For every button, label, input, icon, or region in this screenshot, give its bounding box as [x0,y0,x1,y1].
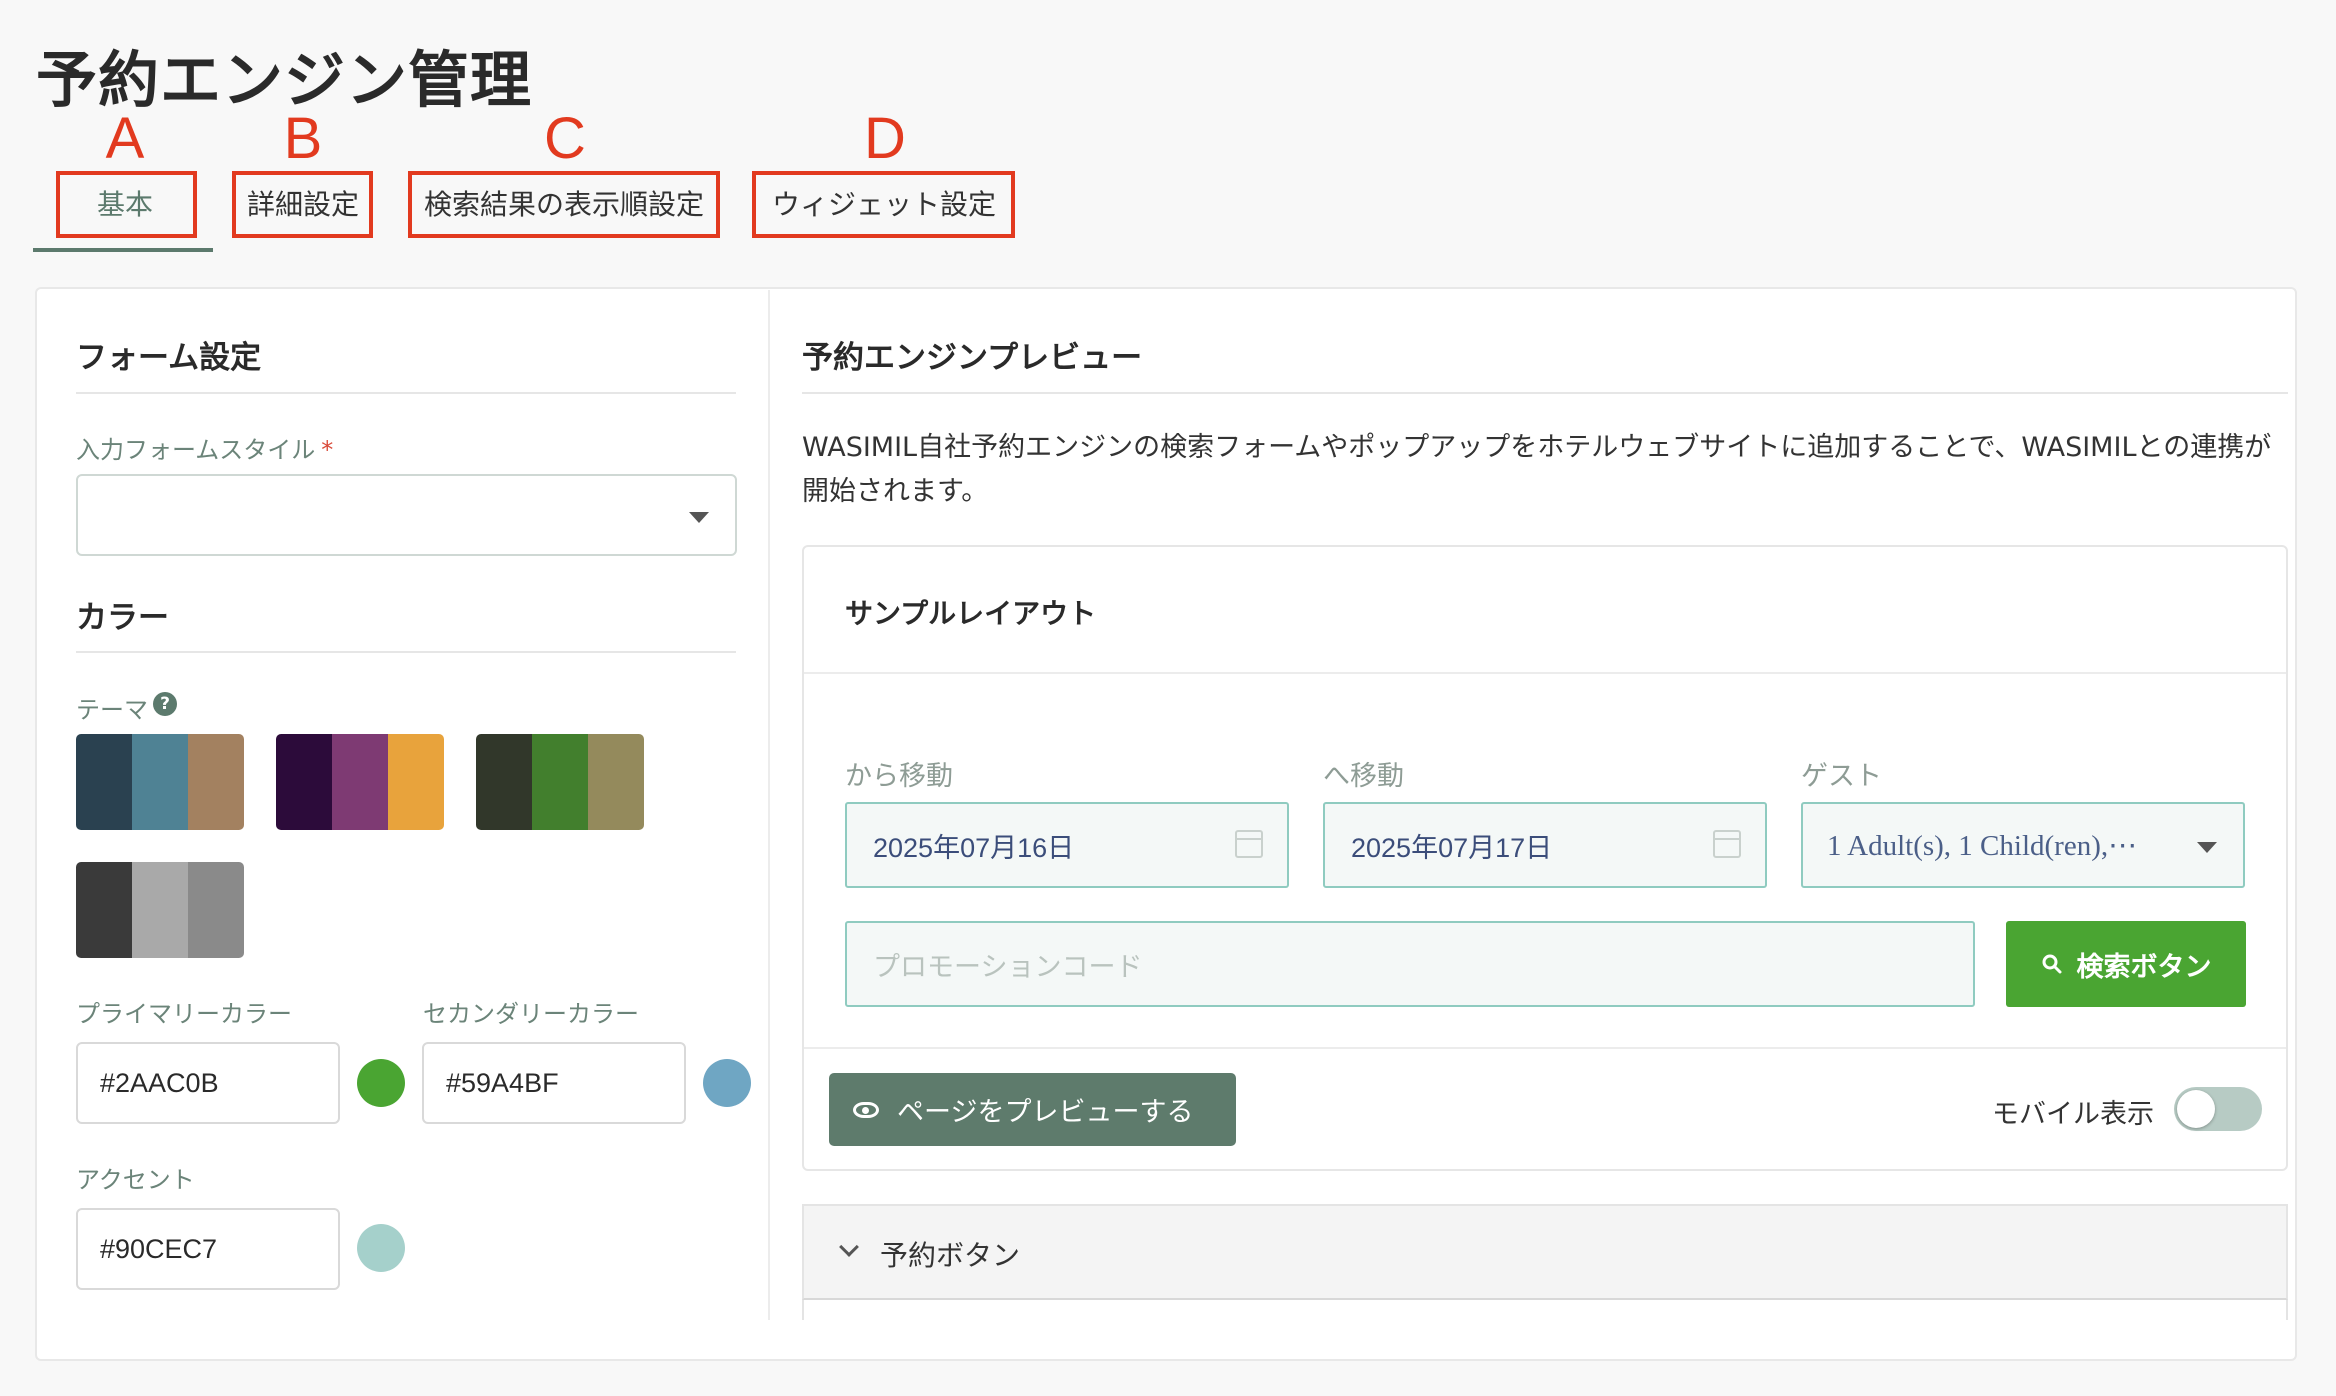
sample-layout-title: サンプルレイアウト [845,597,1097,630]
secondary-color-label: セカンダリーカラー [423,1000,639,1028]
swatch-color [332,734,388,830]
primary-color-input[interactable] [76,1042,340,1124]
mobile-view-label: モバイル表示 [1992,1099,2154,1130]
accordion-label: 予約ボタン [880,1239,1021,1272]
search-button-label: 検索ボタン [2076,951,2212,983]
divider [804,672,2286,674]
swatch-color [388,734,444,830]
mobile-view-toggle[interactable] [2174,1087,2262,1131]
accent-color-dot [357,1224,405,1272]
divider [802,392,2288,394]
panel-divider [768,290,770,1320]
active-tab-indicator [33,248,213,252]
search-button[interactable]: 検索ボタン [2006,921,2246,1007]
annotation-box-a [56,171,197,238]
secondary-color-dot [703,1059,751,1107]
theme-swatch-3[interactable] [476,734,644,830]
swatch-color [188,734,244,830]
checkin-label: から移動 [845,761,953,792]
preview-heading: 予約エンジンプレビュー [802,340,1143,376]
input-style-label-text: 入力フォームスタイル [76,436,316,464]
calendar-icon [1235,830,1263,858]
swatch-color [76,734,132,830]
swatch-color [76,862,132,958]
input-style-label: 入力フォームスタイル * [76,430,333,465]
theme-swatch-1[interactable] [76,734,244,830]
checkout-label: へ移動 [1323,761,1404,792]
chevron-down-icon [839,1237,859,1257]
swatch-color [132,734,188,830]
secondary-color-input[interactable] [422,1042,686,1124]
calendar-icon [1713,830,1741,858]
form-settings-heading: フォーム設定 [76,340,262,376]
help-icon[interactable]: ? [153,692,177,716]
primary-color-label: プライマリーカラー [76,1000,292,1028]
theme-swatch-2[interactable] [276,734,444,830]
swatch-color [188,862,244,958]
accordion-body-edge [802,1300,2288,1320]
divider [76,651,736,653]
guest-select[interactable]: 1 Adult(s), 1 Child(ren),⋯ [1801,802,2245,888]
reservation-button-accordion[interactable]: 予約ボタン [802,1204,2288,1300]
required-mark: * [321,436,334,464]
guest-label: ゲスト [1801,761,1882,792]
page-preview-button[interactable]: ページをプレビューする [829,1073,1236,1146]
preview-description: WASIMIL自社予約エンジンの検索フォームやポップアップをホテルウェブサイトに… [802,432,2272,507]
caret-down-icon [2197,842,2217,853]
accent-color-input[interactable] [76,1208,340,1290]
swatch-color [132,862,188,958]
primary-color-dot [357,1059,405,1107]
checkin-date-field[interactable]: 2025年07月16日 [845,802,1289,888]
annotation-box-c [408,171,720,238]
accent-color-label: アクセント [76,1166,195,1194]
annotation-box-b [232,171,373,238]
color-heading: カラー [76,600,169,636]
theme-label: テーマ [76,696,148,724]
swatch-color [276,734,332,830]
swatch-color [476,734,532,830]
promo-code-placeholder: プロモーションコード [873,951,1143,982]
annotation-letter-c: C [544,106,586,171]
toggle-knob [2177,1090,2215,1128]
annotation-letter-d: D [864,106,906,171]
annotation-letter-a: A [105,106,145,171]
swatch-color [588,734,644,830]
eye-icon [853,1101,879,1118]
checkout-date-value: 2025年07月17日 [1351,832,1553,863]
page-preview-label: ページをプレビューする [897,1097,1194,1128]
swatch-color [532,734,588,830]
guest-value: 1 Adult(s), 1 Child(ren),⋯ [1827,829,2138,862]
caret-down-icon [689,512,709,523]
input-style-select[interactable] [76,474,737,556]
annotation-box-d [752,171,1015,238]
search-icon [2042,954,2061,974]
promo-code-input[interactable]: プロモーションコード [845,921,1975,1007]
annotation-letter-b: B [283,106,323,171]
theme-swatch-4[interactable] [76,862,244,958]
checkout-date-field[interactable]: 2025年07月17日 [1323,802,1767,888]
divider [76,392,736,394]
divider [804,1047,2286,1049]
checkin-date-value: 2025年07月16日 [873,832,1075,863]
